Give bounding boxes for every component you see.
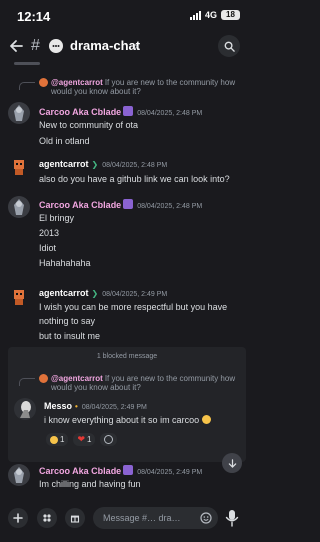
- message-timestamp: 08/04/2025, 2:49 PM: [137, 469, 203, 476]
- reaction-heart[interactable]: ❤ 1: [73, 433, 96, 446]
- previous-message-remnant: [14, 62, 40, 65]
- arrow-down-icon: [228, 458, 236, 468]
- grinning-face-icon: [201, 415, 211, 424]
- avatar[interactable]: [8, 286, 30, 308]
- message-text: I wish you can be more respectful but yo…: [39, 302, 228, 312]
- plus-icon: [13, 513, 23, 523]
- grinning-face-icon: [50, 435, 58, 444]
- search-button[interactable]: [218, 35, 240, 57]
- reaction-grin[interactable]: 1: [46, 433, 69, 446]
- emoji-icon[interactable]: [200, 512, 212, 524]
- reply-preview[interactable]: @agentcarrot If you are new to the commun…: [51, 374, 241, 392]
- role-badge-icon: [123, 465, 134, 475]
- message-text: also do you have a github link we can lo…: [39, 174, 230, 184]
- gift-icon: [70, 515, 80, 523]
- search-icon: [224, 41, 235, 52]
- reply-avatar: [39, 374, 48, 383]
- hash-icon: #: [31, 37, 40, 54]
- message-author[interactable]: Carcoo Aka Cblade 08/04/2025, 2:48 PM: [39, 106, 202, 117]
- reply-author: @agentcarrot: [51, 78, 103, 87]
- message-text: nothing to say: [39, 316, 96, 326]
- gift-button[interactable]: [65, 508, 85, 528]
- avatar[interactable]: [8, 156, 30, 178]
- message-timestamp: 08/04/2025, 2:48 PM: [137, 203, 203, 210]
- role-badge-icon: [123, 199, 134, 209]
- add-attachment-button[interactable]: [8, 508, 28, 528]
- channel-header: # drama-chat ›: [0, 30, 250, 62]
- back-arrow-icon[interactable]: [8, 38, 24, 54]
- avatar[interactable]: [8, 464, 30, 486]
- message-text: but to insult me: [39, 331, 101, 341]
- apps-icon: [43, 514, 51, 522]
- message-timestamp: 08/04/2025, 2:48 PM: [137, 110, 203, 117]
- message-composer: Message #… dra…: [0, 502, 250, 542]
- role-badge-icon: [123, 106, 134, 116]
- message-timestamp: 08/04/2025, 2:49 PM: [102, 291, 168, 298]
- reply-author: @agentcarrot: [51, 374, 103, 383]
- channel-name[interactable]: drama-chat: [70, 38, 140, 53]
- message-input[interactable]: Message #… dra…: [93, 507, 218, 529]
- apps-button[interactable]: [37, 508, 57, 528]
- microphone-icon[interactable]: [224, 509, 240, 527]
- chevron-right-icon[interactable]: ›: [134, 39, 138, 53]
- battery-icon: 18: [221, 10, 240, 20]
- chat-bubble-icon: [49, 39, 63, 53]
- message-author[interactable]: Carcoo Aka Cblade 08/04/2025, 2:48 PM: [39, 199, 202, 210]
- message-text: El bringy: [39, 213, 75, 223]
- blocked-message-label[interactable]: 1 blocked message: [8, 353, 246, 360]
- message-text: i know everything about it so im carcoo: [44, 415, 211, 425]
- message-feed[interactable]: @agentcarrot If you are new to the commun…: [0, 62, 250, 502]
- message-author[interactable]: agentcarrot ❯ 08/04/2025, 2:49 PM: [39, 288, 167, 298]
- avatar[interactable]: [14, 398, 36, 420]
- status-indicators: 4G 18: [189, 10, 240, 20]
- message-text: Im chilling and having fun: [39, 479, 141, 489]
- message-author[interactable]: Carcoo Aka Cblade 08/04/2025, 2:49 PM: [39, 465, 202, 476]
- message-text: Idiot: [39, 243, 57, 253]
- signal-icon: [189, 10, 201, 20]
- network-label: 4G: [204, 10, 217, 20]
- message-text: New to community of ota: [39, 120, 139, 130]
- message-timestamp: 08/04/2025, 2:48 PM: [102, 162, 168, 169]
- message-text: 2013: [39, 228, 60, 238]
- reaction-bar: 1 ❤ 1: [46, 433, 118, 446]
- add-reaction-icon: [104, 435, 114, 444]
- reply-connector: [19, 378, 35, 386]
- role-icon: •: [75, 402, 78, 411]
- message-timestamp: 08/04/2025, 2:49 PM: [81, 404, 147, 411]
- avatar[interactable]: [8, 196, 30, 218]
- role-leaf-icon: ❯: [91, 289, 99, 298]
- red-heart-icon: ❤: [77, 434, 85, 444]
- message-text: Hahahahaha: [39, 258, 91, 268]
- add-reaction-button[interactable]: [100, 433, 118, 446]
- message-author[interactable]: agentcarrot ❯ 08/04/2025, 2:48 PM: [39, 159, 167, 169]
- reply-preview[interactable]: @agentcarrot If you are new to the commun…: [51, 78, 241, 96]
- message-text: Old in otland: [39, 136, 90, 146]
- reply-avatar: [39, 78, 48, 87]
- role-leaf-icon: ❯: [91, 160, 99, 169]
- status-bar: 12:14 4G 18: [0, 0, 250, 30]
- status-time: 12:14: [17, 9, 51, 24]
- message-placeholder: Message #… dra…: [103, 513, 181, 523]
- avatar[interactable]: [8, 102, 30, 124]
- message-author[interactable]: Messo • 08/04/2025, 2:49 PM: [44, 401, 147, 411]
- reply-connector: [19, 82, 35, 90]
- jump-to-bottom-button[interactable]: [222, 453, 242, 473]
